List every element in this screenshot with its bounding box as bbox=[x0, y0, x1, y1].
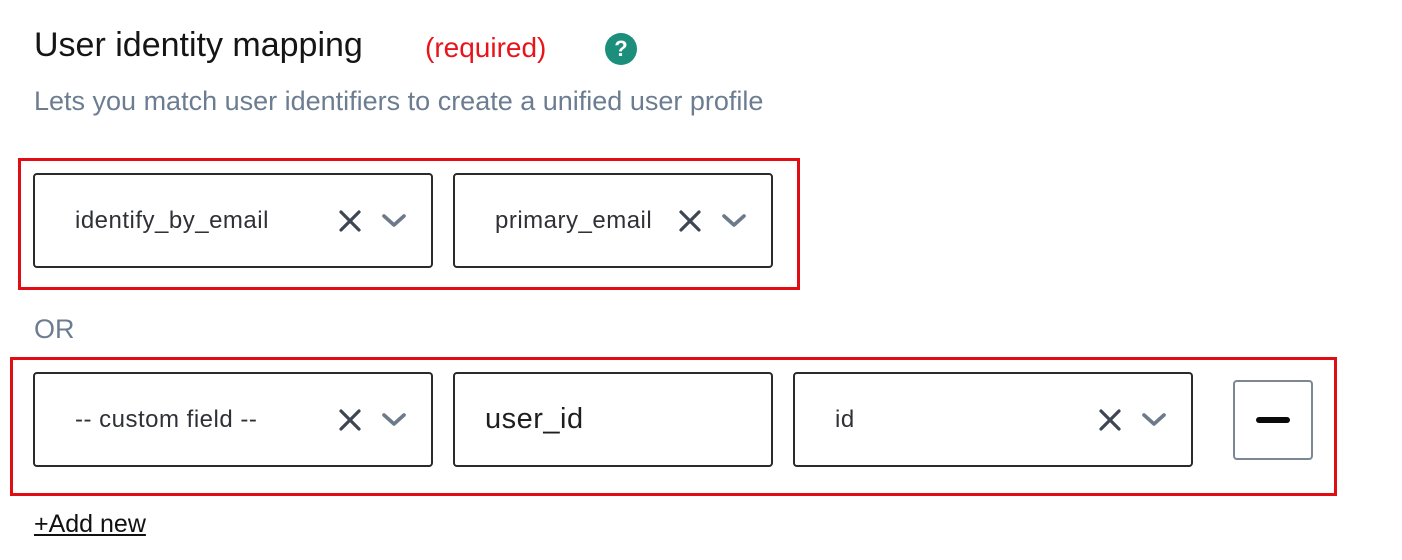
identifier-field-select-1[interactable]: primary_email bbox=[453, 173, 773, 268]
or-separator: OR bbox=[34, 314, 75, 344]
close-icon[interactable] bbox=[677, 208, 703, 234]
close-icon[interactable] bbox=[337, 208, 363, 234]
identify-method-select-1[interactable]: identify_by_email bbox=[33, 173, 433, 268]
remove-row-button[interactable] bbox=[1233, 380, 1313, 460]
input-value: user_id bbox=[485, 403, 584, 435]
required-label: (required) bbox=[425, 32, 547, 63]
page-subtitle: Lets you match user identifiers to creat… bbox=[34, 86, 764, 116]
minus-icon bbox=[1256, 417, 1290, 423]
chevron-down-icon[interactable] bbox=[1141, 407, 1167, 433]
select-value: id bbox=[835, 405, 855, 433]
custom-field-name-input[interactable]: user_id bbox=[453, 372, 773, 467]
chevron-down-icon[interactable] bbox=[381, 407, 407, 433]
close-icon[interactable] bbox=[1097, 407, 1123, 433]
help-icon[interactable]: ? bbox=[605, 33, 637, 65]
select-value: identify_by_email bbox=[75, 206, 269, 234]
chevron-down-icon[interactable] bbox=[721, 208, 747, 234]
identify-method-select-2[interactable]: -- custom field -- bbox=[33, 372, 433, 467]
add-new-link[interactable]: +Add new bbox=[34, 510, 146, 539]
close-icon[interactable] bbox=[337, 407, 363, 433]
chevron-down-icon[interactable] bbox=[381, 208, 407, 234]
select-value: primary_email bbox=[495, 206, 653, 234]
select-value: -- custom field -- bbox=[75, 405, 258, 433]
identifier-field-select-2[interactable]: id bbox=[793, 372, 1193, 467]
page-title: User identity mapping bbox=[34, 26, 363, 64]
